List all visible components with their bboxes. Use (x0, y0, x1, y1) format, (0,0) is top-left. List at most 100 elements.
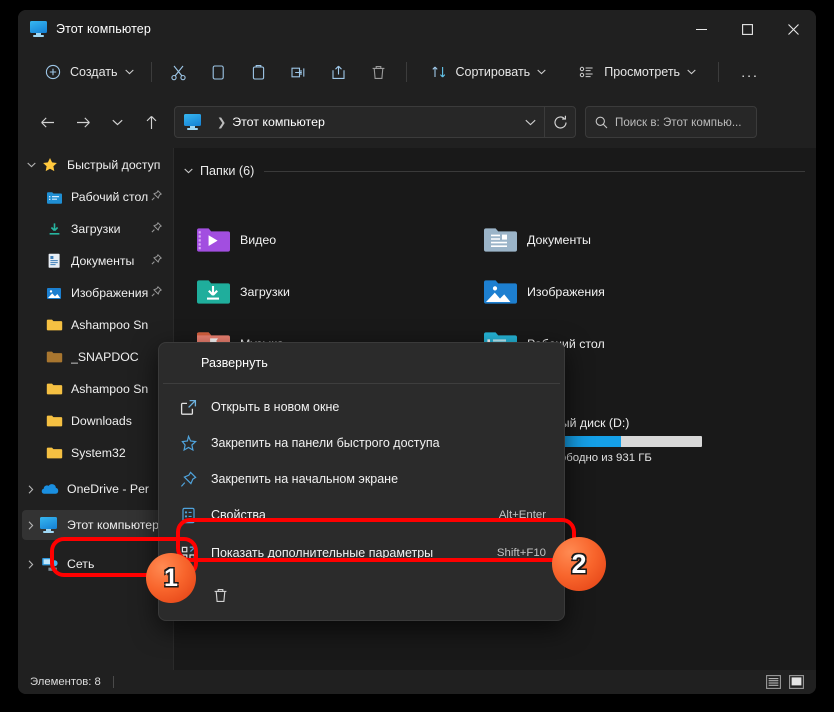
sidebar-item-desktop[interactable]: Рабочий стол (22, 182, 169, 212)
address-dropdown-button[interactable] (516, 108, 544, 136)
toolbar-divider-2 (405, 62, 407, 82)
status-items-count: Элементов: 8 (30, 676, 101, 688)
sidebar-item-ashampoo-2[interactable]: Ashampoo Sn (22, 374, 169, 404)
sidebar-item-label: System32 (71, 446, 126, 460)
menu-item-show-more-options[interactable]: Показать дополнительные параметры Shift+… (163, 536, 560, 570)
forward-button[interactable] (68, 107, 98, 137)
chevron-right-icon[interactable] (22, 484, 40, 494)
maximize-button[interactable] (724, 10, 770, 48)
view-button[interactable]: Просмотреть (570, 56, 704, 88)
chevron-down-icon (124, 69, 134, 75)
sidebar-item-downloads-folder[interactable]: Downloads (22, 406, 169, 436)
open-new-window-icon (177, 397, 199, 417)
list-view-icon[interactable] (766, 675, 781, 689)
context-menu-header[interactable]: Развернуть (159, 343, 564, 383)
pin-icon[interactable] (151, 284, 163, 302)
pin-icon[interactable] (151, 188, 163, 206)
context-menu-footer (159, 572, 564, 618)
group-header-folders[interactable]: Папки (6) (184, 158, 805, 184)
sidebar-item-this-pc[interactable]: Этот компьютер (22, 510, 169, 540)
menu-item-pin-to-start[interactable]: Закрепить на начальном экране (163, 462, 560, 496)
folder-item[interactable]: Загрузки (184, 270, 472, 314)
sidebar-item-label: _SNAPDOC (71, 350, 139, 364)
close-button[interactable] (770, 10, 816, 48)
properties-icon (177, 505, 199, 525)
menu-item-open-new-window[interactable]: Открыть в новом окне (163, 390, 560, 424)
folder-label: Видео (240, 233, 277, 247)
back-button[interactable] (32, 107, 62, 137)
search-box[interactable]: Поиск в: Этот компью... (585, 106, 757, 138)
folder-item[interactable]: Документы (471, 218, 759, 262)
chevron-down-icon[interactable] (22, 162, 40, 168)
breadcrumb-separator: ❯ (217, 116, 227, 129)
delete-button[interactable] (363, 56, 395, 88)
drive-item[interactable]: ный диск (D:) вободно из 931 ГБ (554, 416, 702, 464)
menu-item-pin-to-quick-access[interactable]: Закрепить на панели быстрого доступа (163, 426, 560, 460)
status-divider (112, 676, 114, 688)
copy-icon (210, 63, 228, 81)
sidebar-item-label: Ashampoo Sn (71, 318, 149, 332)
rename-button[interactable] (283, 56, 315, 88)
chevron-down-icon (687, 69, 696, 75)
status-bar: Элементов: 8 (18, 670, 816, 694)
sidebar-item-label: Загрузки (71, 222, 121, 236)
menu-item-shortcut: Shift+F10 (496, 547, 546, 559)
folder-label: Загрузки (240, 285, 290, 299)
sidebar-item-ashampoo-1[interactable]: Ashampoo Sn (22, 310, 169, 340)
search-input[interactable]: Поиск в: Этот компью... (615, 116, 741, 129)
sidebar-item-quick-access[interactable]: Быстрый доступ (22, 150, 169, 180)
folder-item[interactable]: Видео (184, 218, 472, 262)
chevron-right-icon[interactable] (22, 520, 40, 530)
documents-folder-icon (44, 252, 64, 270)
drive-free-space: вободно из 931 ГБ (554, 452, 652, 464)
pin-icon[interactable] (151, 252, 163, 270)
sidebar-item-system32[interactable]: System32 (22, 438, 169, 468)
new-button[interactable]: Создать (36, 56, 144, 88)
paste-button[interactable] (243, 56, 275, 88)
up-button[interactable] (136, 107, 166, 137)
menu-item-label: Закрепить на панели быстрого доступа (211, 436, 440, 450)
copy-button[interactable] (203, 56, 235, 88)
chevron-right-icon[interactable] (22, 559, 40, 569)
sidebar-item-snapdoc[interactable]: _SNAPDOC (22, 342, 169, 372)
tiles-view-icon[interactable] (789, 675, 804, 689)
downloads-folder-icon (192, 274, 234, 310)
refresh-button[interactable] (544, 107, 575, 137)
menu-item-properties[interactable]: Свойства Alt+Enter (163, 498, 560, 532)
annotation-badge-2: 2 (552, 537, 606, 591)
sidebar-item-documents[interactable]: Документы (22, 246, 169, 276)
folder-item[interactable]: Изображения (471, 270, 759, 314)
sort-icon (430, 63, 448, 81)
sort-button[interactable]: Сортировать (422, 56, 555, 88)
annotation-badge-1: 1 (146, 553, 196, 603)
context-menu: Развернуть Открыть в новом окне Закрепит… (158, 342, 565, 621)
menu-item-label: Закрепить на начальном экране (211, 472, 399, 486)
sidebar-item-pictures[interactable]: Изображения (22, 278, 169, 308)
folder-tiles: Видео Документы Загрузки Изображения Раб… (174, 186, 816, 464)
recent-locations-button[interactable] (102, 107, 132, 137)
sidebar-item-onedrive[interactable]: OneDrive - Per (22, 474, 169, 504)
chevron-down-icon[interactable] (184, 168, 193, 174)
sidebar-item-downloads[interactable]: Загрузки (22, 214, 169, 244)
chevron-down-icon (537, 69, 546, 75)
documents-folder-icon (479, 222, 521, 258)
sidebar-item-label: Документы (71, 254, 135, 268)
address-path-box[interactable]: ❯ Этот компьютер (174, 106, 576, 138)
sidebar-item-label: Сеть (67, 557, 95, 571)
group-header-label: Папки (6) (200, 164, 255, 178)
cut-button[interactable] (163, 56, 195, 88)
trash-icon[interactable] (209, 585, 231, 605)
menu-item-label: Свойства (211, 508, 266, 522)
pin-icon[interactable] (151, 220, 163, 238)
command-bar: Создать Сортировать Просмотреть ... (18, 48, 816, 96)
context-menu-divider (163, 383, 560, 384)
folder-icon (44, 316, 64, 334)
view-mode-buttons (766, 670, 804, 694)
more-options-button[interactable]: ... (734, 56, 766, 88)
share-button[interactable] (323, 56, 355, 88)
minimize-button[interactable] (678, 10, 724, 48)
view-button-label: Просмотреть (604, 65, 681, 79)
window-title: Этот компьютер (56, 22, 151, 36)
sidebar-item-label: Этот компьютер (67, 518, 159, 532)
menu-item-shortcut: Alt+Enter (498, 509, 546, 521)
